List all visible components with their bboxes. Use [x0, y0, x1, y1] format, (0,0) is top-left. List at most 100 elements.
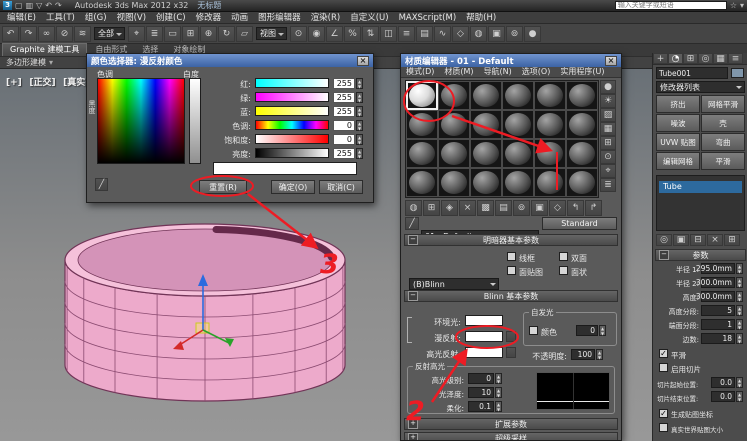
height-field[interactable]: 300.0mm [696, 291, 735, 302]
value-value-field[interactable]: 255 [333, 148, 355, 159]
cap-segments-field[interactable]: 1 [701, 319, 735, 330]
sample-slot[interactable] [534, 110, 566, 139]
viewport-view-label[interactable]: [正交] [29, 78, 55, 88]
rollout-supersampling[interactable]: 超级采样 [404, 432, 618, 440]
select-object-icon[interactable]: ⌖ [128, 25, 145, 42]
tube-object[interactable] [40, 200, 370, 441]
select-by-material-icon[interactable]: ⌖ [600, 164, 616, 178]
modifier-button-noise[interactable]: 噪波 [656, 114, 700, 132]
radius2-spinner[interactable] [736, 277, 743, 288]
sample-slot[interactable] [502, 139, 534, 168]
sample-slot[interactable] [502, 168, 534, 197]
glossiness-spinner[interactable] [495, 387, 502, 398]
reset-map-icon[interactable]: × [459, 200, 476, 216]
assign-to-selection-icon[interactable]: ◈ [441, 200, 458, 216]
menu-customize[interactable]: 自定义(U) [345, 12, 393, 24]
two-sided-checkbox[interactable] [559, 252, 568, 261]
specular-level-field[interactable]: 0 [468, 373, 494, 384]
new-file-icon[interactable]: ▢ [15, 1, 23, 11]
close-icon[interactable]: × [605, 55, 617, 66]
sample-slot[interactable] [566, 168, 598, 197]
sample-slot-active[interactable] [406, 81, 438, 110]
show-end-result-icon[interactable]: ◇ [549, 200, 566, 216]
sample-slot[interactable] [406, 139, 438, 168]
radius1-spinner[interactable] [736, 263, 743, 274]
rollout-blinn-basic[interactable]: Blinn 基本参数 [404, 290, 618, 302]
sample-slot[interactable] [566, 110, 598, 139]
sample-slot[interactable] [438, 139, 470, 168]
height-spinner[interactable] [736, 291, 743, 302]
generate-mapping-coords-checkbox[interactable] [659, 409, 668, 418]
sample-slot[interactable] [534, 139, 566, 168]
blue-value-field[interactable]: 255 [333, 106, 355, 117]
color-picker-title-bar[interactable]: 颜色选择器: 漫反射颜色 × [87, 54, 373, 67]
menu-help[interactable]: 帮助(H) [461, 12, 501, 24]
material-map-navigator-icon[interactable]: ≣ [600, 178, 616, 192]
menu-create[interactable]: 创建(C) [151, 12, 191, 24]
value-slider[interactable] [255, 148, 329, 158]
select-rotate-icon[interactable]: ↻ [218, 25, 235, 42]
sample-slot[interactable] [534, 168, 566, 197]
stack-item-tube[interactable]: Tube [659, 181, 742, 193]
soften-spinner[interactable] [495, 401, 502, 412]
slice-to-spinner[interactable] [736, 391, 743, 402]
sample-slot[interactable] [438, 81, 470, 110]
height-segments-field[interactable]: 5 [701, 305, 735, 316]
sample-slot[interactable] [406, 110, 438, 139]
unlink-selection-icon[interactable]: ⊘ [56, 25, 73, 42]
video-color-check-icon[interactable]: ⊞ [600, 136, 616, 150]
tab-hierarchy[interactable]: ⊞ [683, 53, 698, 64]
self-illum-value-field[interactable]: 0 [576, 325, 598, 336]
faceted-checkbox[interactable] [559, 266, 568, 275]
options-icon[interactable]: ⊙ [600, 150, 616, 164]
tab-motion[interactable]: ◎ [698, 53, 713, 64]
app-logo-icon[interactable]: 3 [3, 1, 12, 10]
red-spinner[interactable] [356, 78, 363, 89]
wire-checkbox[interactable] [507, 252, 516, 261]
sample-slot[interactable] [502, 110, 534, 139]
shader-type-dropdown[interactable]: (B)Blinn [409, 278, 499, 290]
menu-modes[interactable]: 模式(D) [401, 66, 439, 78]
search-input[interactable] [614, 1, 727, 10]
saturation-slider[interactable] [255, 134, 329, 144]
slice-from-spinner[interactable] [736, 377, 743, 388]
menu-views[interactable]: 视图(V) [112, 12, 151, 24]
pick-material-eyedropper-icon[interactable]: ╱ [405, 217, 419, 230]
rect-region-icon[interactable]: ▭ [164, 25, 181, 42]
sample-slot[interactable] [470, 110, 502, 139]
put-to-library-icon[interactable]: ▤ [495, 200, 512, 216]
radius1-field[interactable]: 295.0mm [696, 263, 735, 274]
go-to-parent-icon[interactable]: ↰ [567, 200, 584, 216]
undo-icon[interactable]: ↶ [45, 1, 52, 11]
hue-slider[interactable] [255, 120, 329, 130]
percent-snap-icon[interactable]: % [344, 25, 361, 42]
align-icon[interactable]: ≡ [398, 25, 415, 42]
cap-segments-spinner[interactable] [736, 319, 743, 330]
blue-spinner[interactable] [356, 106, 363, 117]
tab-graphite-modeling[interactable]: Graphite 建模工具 [2, 43, 88, 56]
specular-map-button[interactable] [506, 347, 516, 358]
polygon-modeling-panel[interactable]: 多边形建模 [6, 57, 46, 68]
red-value-field[interactable]: 255 [333, 78, 355, 89]
hue-value-field[interactable]: 0 [333, 120, 355, 131]
glossiness-field[interactable]: 10 [468, 387, 494, 398]
sample-slot[interactable] [534, 81, 566, 110]
select-move-icon[interactable]: ⊕ [200, 25, 217, 42]
chevron-down-icon[interactable]: ▾ [49, 58, 53, 67]
menu-navigation[interactable]: 导航(N) [479, 66, 517, 78]
radius2-field[interactable]: 300.0mm [696, 277, 735, 288]
undo-icon[interactable]: ↶ [2, 25, 19, 42]
rollout-shader-basic[interactable]: 明暗器基本参数 [404, 234, 618, 246]
green-spinner[interactable] [356, 92, 363, 103]
material-id-icon[interactable]: ⊚ [513, 200, 530, 216]
menu-edit[interactable]: 编辑(E) [2, 12, 41, 24]
sample-slot[interactable] [470, 168, 502, 197]
ambient-color-swatch[interactable] [465, 315, 503, 326]
menu-options[interactable]: 选项(O) [517, 66, 556, 78]
make-unique-icon[interactable]: ⊟ [690, 234, 706, 246]
green-slider[interactable] [255, 92, 329, 102]
slice-on-checkbox[interactable] [659, 363, 668, 372]
help-menu-arrow-icon[interactable]: ▾ [740, 1, 744, 11]
mirror-icon[interactable]: ◫ [380, 25, 397, 42]
angle-snap-icon[interactable]: ∠ [326, 25, 343, 42]
